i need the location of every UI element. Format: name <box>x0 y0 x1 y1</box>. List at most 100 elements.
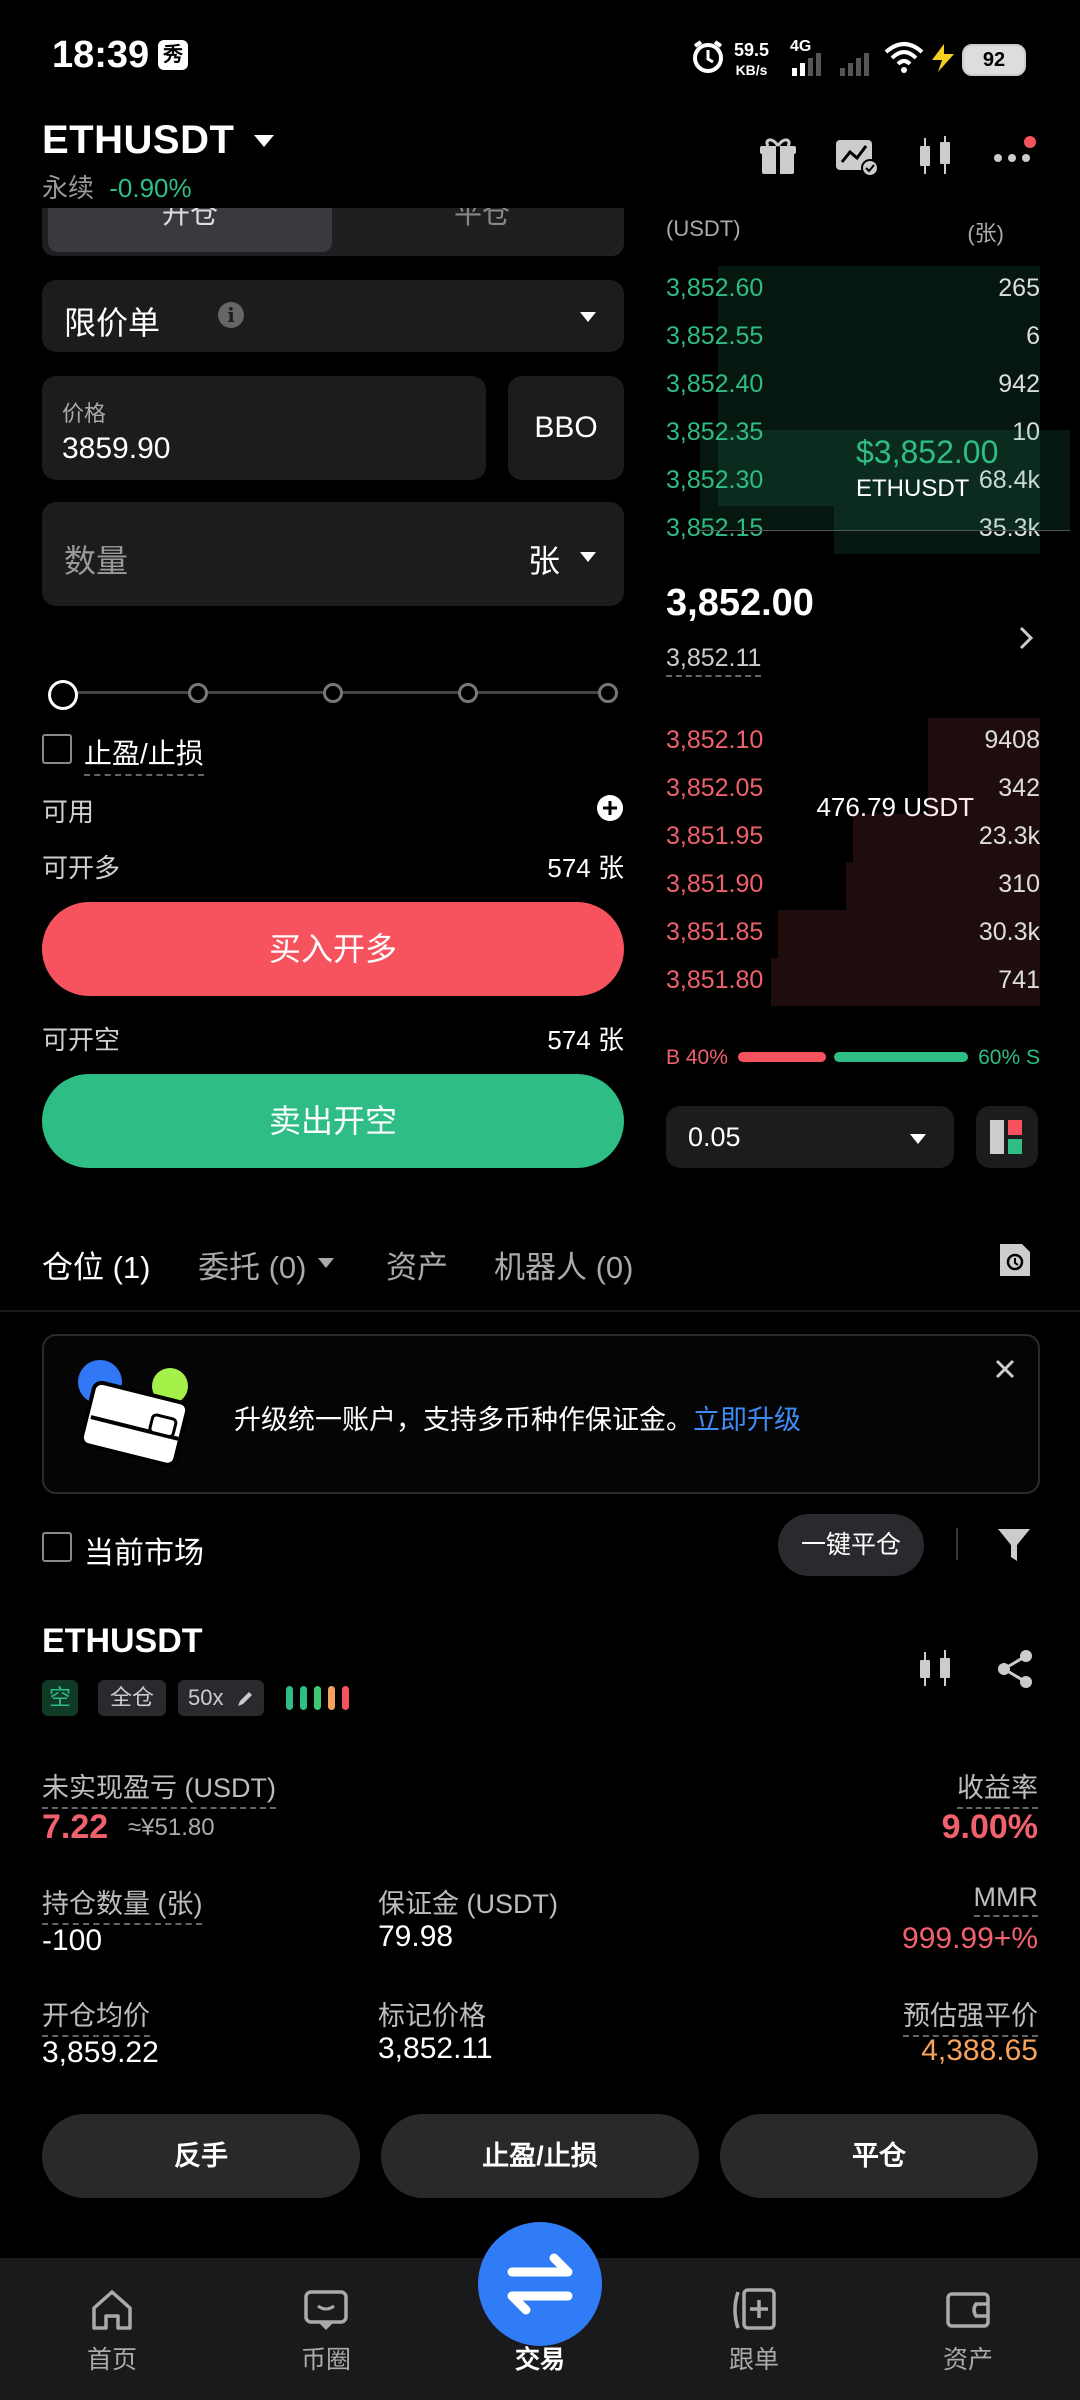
vertical-divider <box>956 1528 958 1560</box>
ask-price: 3,852.60 <box>666 274 764 302</box>
roe-label[interactable]: 收益率 <box>957 1766 1038 1809</box>
tab-bots[interactable]: 机器人 (0) <box>494 1242 634 1287</box>
add-funds-icon[interactable] <box>596 794 624 822</box>
nav-feed[interactable]: 币圈 <box>246 2258 406 2400</box>
mmr-label[interactable]: MMR <box>973 1882 1038 1917</box>
ask-price: 3,852.40 <box>666 370 764 398</box>
mark-price[interactable]: 3,852.11 <box>666 644 762 677</box>
bid-price: 3,851.80 <box>666 966 764 994</box>
entry-price-label[interactable]: 开仓均价 <box>42 1994 150 2037</box>
close-all-button[interactable]: 一键平仓 <box>778 1514 924 1576</box>
tab-open[interactable]: 开仓 <box>48 208 332 252</box>
price-input[interactable]: 价格 3859.90 <box>42 376 486 480</box>
nav-copy-trade[interactable]: 跟单 <box>674 2258 834 2400</box>
swap-icon <box>507 2253 573 2315</box>
sell-short-button[interactable]: 卖出开空 <box>42 1074 624 1168</box>
chevron-right-icon[interactable] <box>1016 624 1036 652</box>
margin-value: 79.98 <box>378 1920 454 1953</box>
orderbook-qty-header: (张) <box>967 221 1004 246</box>
ask-row[interactable]: 3,852.60 265 <box>666 266 1040 314</box>
tpsl-button[interactable]: 止盈/止损 <box>381 2114 699 2198</box>
reverse-button[interactable]: 反手 <box>42 2114 360 2198</box>
mark-price-label: 标记价格 <box>378 2001 486 2031</box>
ask-row[interactable]: 3,852.40 942 <box>666 362 1040 410</box>
trade-fab-button[interactable] <box>478 2222 602 2346</box>
orderbook-layout-button[interactable] <box>976 1106 1038 1168</box>
tab-assets[interactable]: 资产 <box>386 1242 448 1287</box>
tpsl-label[interactable]: 止盈/止损 <box>84 732 204 776</box>
tooltip-pair: ETHUSDT <box>856 475 970 502</box>
tab-close[interactable]: 平仓 <box>342 208 622 252</box>
position-size-label[interactable]: 持仓数量 (张) <box>42 1882 203 1925</box>
bid-row[interactable]: 3,852.05 342 <box>666 766 1040 814</box>
position-size-value: -100 <box>42 1924 103 1957</box>
liquidation-price-value: 4,388.65 <box>921 2034 1038 2067</box>
bid-row[interactable]: 3,851.90 310 <box>666 862 1040 910</box>
nav-home-label: 首页 <box>86 2346 137 2374</box>
roe-value: 9.00% <box>941 1808 1038 1846</box>
filter-icon[interactable] <box>996 1526 1032 1564</box>
slider-tick-50[interactable] <box>323 683 343 703</box>
risk-level-icon <box>286 1686 349 1710</box>
bbo-button[interactable]: BBO <box>508 376 624 480</box>
quantity-input[interactable]: 数量 张 <box>42 502 624 606</box>
bid-price: 3,851.95 <box>666 822 764 850</box>
can-short-label: 可开空 <box>42 1025 121 1055</box>
nav-assets[interactable]: 资产 <box>888 2258 1048 2400</box>
share-icon[interactable] <box>994 1648 1036 1690</box>
liquidation-price-label[interactable]: 预估强平价 <box>903 1994 1038 2037</box>
available-label: 可用 <box>42 797 95 827</box>
order-type-select[interactable]: 限价单 i <box>42 280 624 352</box>
bid-row[interactable]: 3,852.10 9408 <box>666 718 1040 766</box>
ratio-sell-fill <box>834 1052 968 1062</box>
quantity-unit-select[interactable]: 张 <box>528 536 560 582</box>
upgrade-link[interactable]: 立即升级 <box>693 1405 801 1435</box>
bid-row[interactable]: 3,851.80 741 <box>666 958 1040 1006</box>
history-icon[interactable] <box>996 1240 1032 1280</box>
pair-selector[interactable]: ETHUSDT <box>42 118 275 163</box>
bid-row[interactable]: 3,851.95 23.3k <box>666 814 1040 862</box>
slider-tick-100[interactable] <box>598 683 618 703</box>
bid-qty: 30.3k <box>978 918 1040 946</box>
section-divider <box>0 1310 1080 1312</box>
ask-row[interactable]: 3,852.55 6 <box>666 314 1040 362</box>
close-position-button[interactable]: 平仓 <box>720 2114 1038 2198</box>
close-icon[interactable] <box>994 1358 1016 1380</box>
more-icon[interactable] <box>990 132 1038 180</box>
copy-trade-icon <box>733 2288 776 2330</box>
price-value[interactable]: 3859.90 <box>62 432 170 466</box>
edit-icon <box>238 1692 252 1706</box>
price-step-value: 0.05 <box>688 1122 741 1152</box>
leverage-badge[interactable]: 50x <box>178 1680 264 1716</box>
bid-row[interactable]: 3,851.85 30.3k <box>666 910 1040 958</box>
nav-home[interactable]: 首页 <box>32 2258 192 2400</box>
price-step-select[interactable]: 0.05 <box>666 1106 954 1168</box>
buy-long-button[interactable]: 买入开多 <box>42 902 624 996</box>
current-market-checkbox[interactable] <box>42 1532 72 1562</box>
chart-alert-icon[interactable] <box>832 132 880 180</box>
candlestick-icon[interactable] <box>912 132 960 180</box>
battery-indicator: 92 <box>962 44 1026 76</box>
tab-orders[interactable]: 委托 (0) <box>198 1242 307 1287</box>
info-icon[interactable]: i <box>218 302 244 328</box>
ask-depth-bar <box>718 314 1040 362</box>
slider-handle[interactable] <box>48 680 78 710</box>
price-label: 价格 <box>62 401 107 426</box>
tab-positions[interactable]: 仓位 (1) <box>42 1242 151 1287</box>
upgrade-banner[interactable]: 升级统一账户，支持多币种作保证金。立即升级 <box>42 1334 1040 1494</box>
ask-price: 3,852.55 <box>666 322 764 350</box>
mmr-value: 999.99+% <box>902 1922 1038 1955</box>
tpsl-checkbox[interactable] <box>42 734 72 764</box>
candlestick-icon[interactable] <box>914 1648 956 1690</box>
ask-qty: 6 <box>1026 322 1040 350</box>
alarm-icon <box>693 40 723 73</box>
position-pair: ETHUSDT <box>42 1622 203 1660</box>
unrealized-pnl-label[interactable]: 未实现盈亏 (USDT) <box>42 1766 276 1809</box>
current-market-label: 当前市场 <box>84 1537 204 1570</box>
can-long-label: 可开多 <box>42 853 121 883</box>
gift-icon[interactable] <box>754 132 802 180</box>
price-change: -0.90% <box>109 173 192 203</box>
slider-tick-25[interactable] <box>188 683 208 703</box>
slider-tick-75[interactable] <box>458 683 478 703</box>
can-long-value: 574 张 <box>547 853 624 883</box>
